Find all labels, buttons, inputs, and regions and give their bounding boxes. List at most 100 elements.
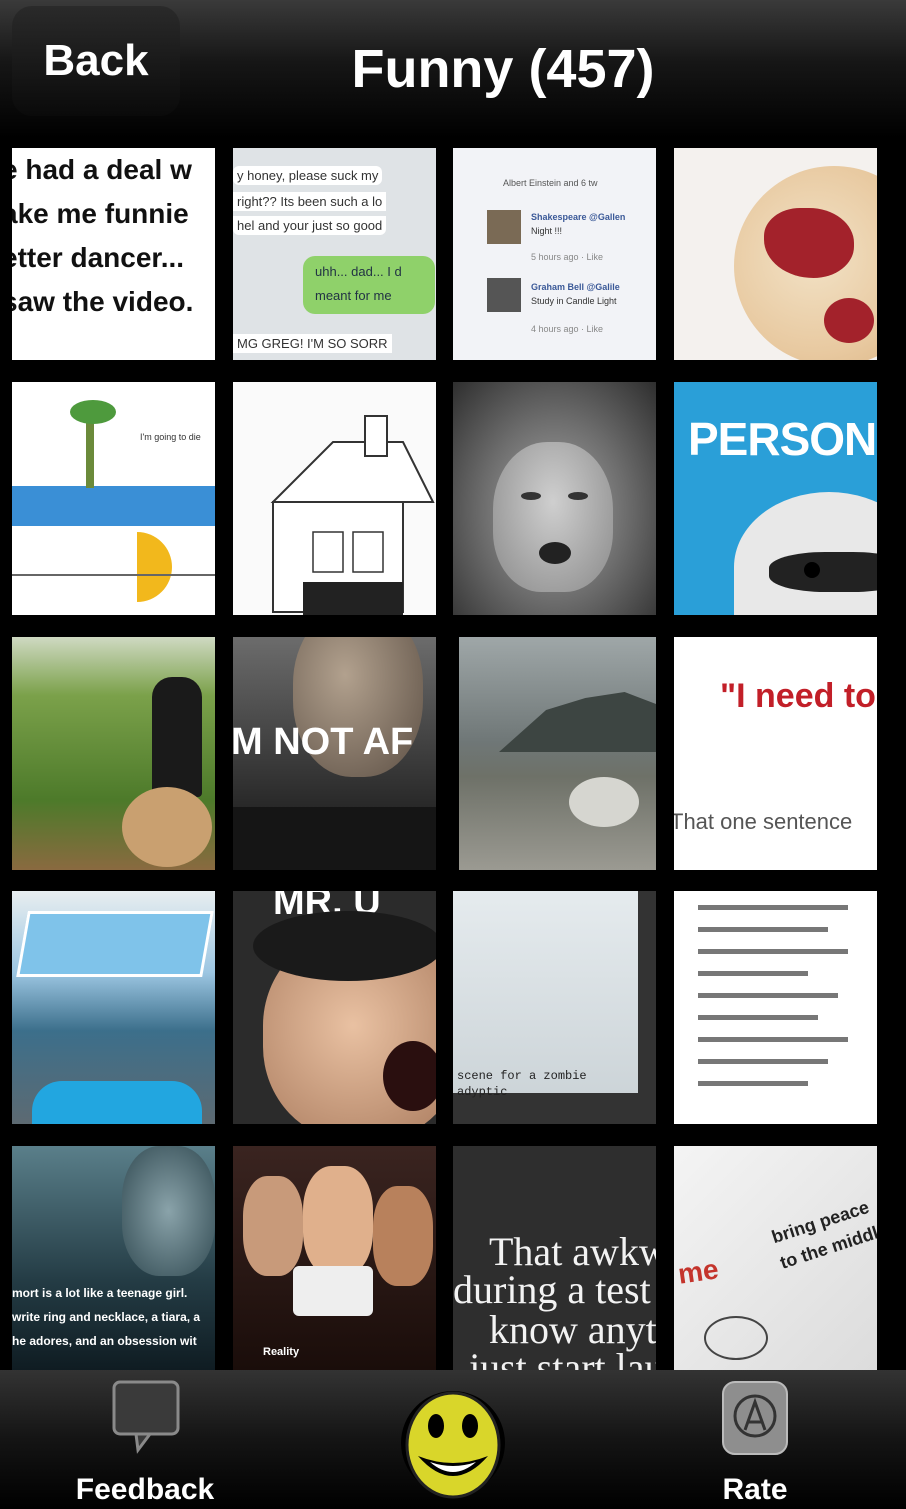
nav-bar: Back Funny (457) (0, 0, 906, 138)
mountain-image (499, 692, 656, 752)
dog-eye (521, 492, 541, 500)
text-line (698, 1059, 828, 1064)
tile-text: Graham Bell @Galile (531, 282, 620, 292)
page-title: Funny (457) (351, 39, 655, 99)
speech-bubble-icon (112, 1380, 180, 1454)
shirt-image (32, 1081, 202, 1124)
tile-text: 4 hours ago · Like (531, 324, 604, 334)
pool-image (16, 911, 214, 977)
tile-text: Night !!! (531, 226, 563, 236)
grid-tile-16[interactable] (674, 891, 877, 1124)
palm-trunk (86, 418, 94, 488)
tile-text: saw the video. (12, 286, 194, 317)
tab-label-feedback: Feedback (75, 1473, 215, 1506)
tile-text: uhh... dad... I d (315, 264, 402, 279)
tab-feedback[interactable]: Feedback (70, 1370, 220, 1509)
sun-shape (137, 532, 172, 602)
tile-text: adyptic (457, 1085, 508, 1099)
grid-tile-4[interactable] (674, 148, 877, 360)
house-drawing (270, 415, 435, 615)
tile-text: y honey, please suck my (233, 166, 383, 185)
avatar (487, 278, 521, 312)
tile-text: e had a deal w (12, 154, 192, 185)
line (12, 574, 215, 576)
tile-text: Study in Candle Light (531, 296, 617, 306)
rock-image (569, 777, 639, 827)
text-line (698, 949, 848, 954)
mouth (383, 1041, 436, 1111)
tile-text: "I need to (720, 677, 876, 715)
pool-image (12, 486, 215, 526)
tile-text: M NOT AF (233, 721, 414, 763)
tile-text: write ring and necklace, a tiara, a (12, 1310, 201, 1324)
grid-tile-7[interactable] (453, 382, 656, 615)
person-image (373, 1186, 433, 1286)
tab-label-rate: Rate (722, 1473, 788, 1506)
tile-text: mort is a lot like a teenage girl. (12, 1286, 188, 1300)
shirt (233, 807, 436, 870)
grid-tile-20[interactable]: bring peace to the middle me (674, 1146, 877, 1370)
palm-leaves (70, 400, 116, 424)
text-line (698, 971, 808, 976)
shirt (293, 1266, 373, 1316)
tile-text: 5 hours ago · Like (531, 252, 604, 262)
tile-text: meant for me (315, 288, 392, 303)
tile-text: I'm going to die (140, 432, 201, 442)
map-shape (824, 298, 874, 343)
text-line (698, 1037, 848, 1042)
person-image (303, 1166, 373, 1276)
face-image (122, 1146, 215, 1276)
grid-tile-13[interactable] (12, 891, 215, 1124)
tile-text: etter dancer... (12, 242, 185, 273)
person-image (243, 1176, 303, 1276)
tile-text: hel and your just so good (233, 216, 387, 235)
back-button[interactable]: Back (12, 6, 180, 116)
avatar (487, 210, 521, 244)
grid-tile-3[interactable]: Albert Einstein and 6 tw Shakespeare @Ga… (453, 148, 656, 360)
text-line (698, 993, 838, 998)
tile-text: Reality (263, 1346, 300, 1358)
app-store-icon (722, 1381, 788, 1455)
tile-text: ake me funnie (12, 198, 189, 229)
tab-rate[interactable]: Rate (690, 1370, 820, 1509)
grid-tile-12[interactable]: "I need to That one sentence (674, 637, 877, 870)
chipmunk-image (122, 787, 212, 867)
tile-text: right?? Its been such a lo (233, 192, 387, 211)
grid-tile-8[interactable]: PERSON M (674, 382, 877, 615)
grid-tile-1[interactable]: e had a deal w ake me funnie etter dance… (12, 148, 215, 360)
grid-tile-18[interactable]: Reality (233, 1146, 436, 1370)
grid-tile-9[interactable] (12, 637, 215, 870)
smiley-button[interactable] (388, 1370, 518, 1509)
grid-tile-5[interactable]: I'm going to die (12, 382, 215, 615)
raccoon-mask (769, 552, 877, 592)
grid-tile-6[interactable] (233, 382, 436, 615)
dog-nose (539, 542, 571, 564)
tile-text: Albert Einstein and 6 tw (503, 178, 598, 188)
grid-tile-14[interactable]: MR. U (233, 891, 436, 1124)
tile-text: me (675, 1253, 721, 1290)
grid-tile-10[interactable]: M NOT AF (233, 637, 436, 870)
tile-text: MG GREG! I'M SO SORR (233, 334, 392, 353)
grid-tile-17[interactable]: mort is a lot like a teenage girl. write… (12, 1146, 215, 1370)
smiley-face-icon (401, 1391, 505, 1499)
tile-text: Shakespeare @Gallen (531, 212, 626, 222)
raccoon-eye (804, 562, 820, 578)
figure-image (152, 677, 202, 797)
tile-text: scene for a zombie (457, 1069, 587, 1083)
tile-text: just start lau (469, 1345, 656, 1370)
grid-tile-11[interactable] (459, 637, 656, 870)
text-line (698, 927, 828, 932)
grid-tile-19[interactable]: That awkw during a test know anyt just s… (453, 1146, 656, 1370)
tile-text: PERSON M (688, 413, 877, 465)
grid-tile-15[interactable]: scene for a zombie adyptic (453, 891, 656, 1124)
dog-face (493, 442, 613, 592)
tab-bar: Feedback Rate (0, 1370, 906, 1509)
tile-text: he adores, and an obsession wit (12, 1334, 197, 1348)
grid-tile-2[interactable]: y honey, please suck my right?? Its been… (233, 148, 436, 360)
image-grid: e had a deal w ake me funnie etter dance… (0, 138, 906, 1370)
dog-eye (568, 492, 588, 500)
text-line (698, 905, 848, 910)
hair (253, 911, 436, 981)
sketch (704, 1316, 768, 1360)
tile-text: That one sentence (674, 809, 853, 834)
